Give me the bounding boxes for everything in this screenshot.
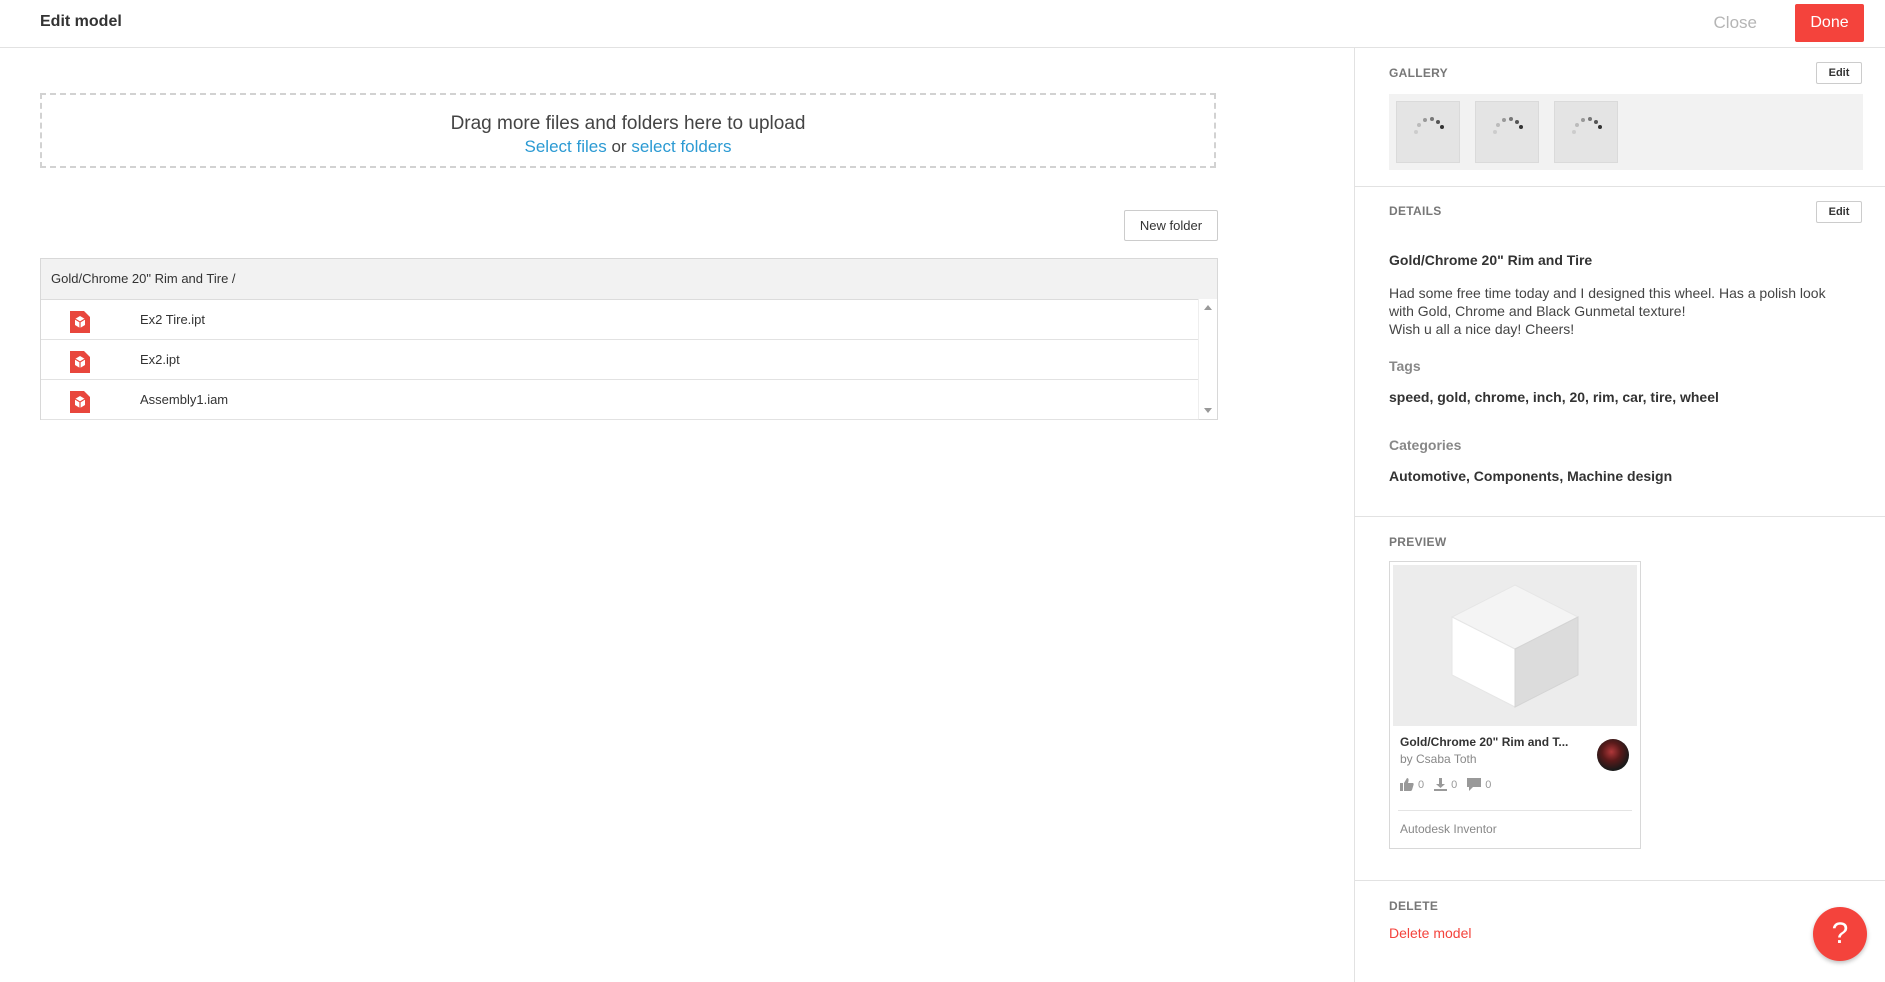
select-files-link[interactable]: Select files (525, 137, 607, 156)
delete-label: DELETE (1389, 899, 1439, 913)
card-author: by Csaba Toth (1400, 752, 1477, 766)
preview-card[interactable]: Gold/Chrome 20" Rim and T... by Csaba To… (1389, 561, 1641, 849)
description-line: Wish u all a nice day! Cheers! (1389, 321, 1575, 337)
categories-list: Automotive, Components, Machine design (1389, 468, 1673, 484)
model-preview-image (1393, 565, 1637, 726)
select-folders-link[interactable]: select folders (631, 137, 731, 156)
right-sidebar: GALLERY Edit DETAILS Edit Gold/Chrome 20… (1354, 48, 1885, 982)
card-stats: 0 0 0 (1400, 778, 1491, 791)
gallery-edit-button[interactable]: Edit (1816, 62, 1862, 84)
delete-model-link[interactable]: Delete model (1389, 925, 1472, 941)
preview-label: PREVIEW (1389, 535, 1447, 549)
file-row[interactable]: Assembly1.iam (41, 380, 1199, 420)
gallery-thumbnail[interactable] (1475, 101, 1539, 163)
loading-spinner-icon (1572, 117, 1602, 134)
close-button[interactable]: Close (1714, 13, 1757, 33)
model-description: Had some free time today and I designed … (1389, 284, 1869, 338)
comments-stat: 0 (1467, 778, 1491, 791)
tags-label: Tags (1389, 358, 1421, 374)
inventor-file-icon (70, 351, 90, 373)
section-divider (1355, 186, 1885, 187)
upload-or-text: or (611, 137, 627, 156)
done-button[interactable]: Done (1795, 4, 1864, 42)
model-title: Gold/Chrome 20" Rim and Tire (1389, 252, 1593, 268)
breadcrumb[interactable]: Gold/Chrome 20" Rim and Tire / (41, 259, 1217, 300)
gallery-thumbnails (1389, 94, 1863, 170)
upload-links: Select files or select folders (42, 137, 1214, 157)
file-list-scrollbar[interactable] (1198, 299, 1217, 419)
details-edit-button[interactable]: Edit (1816, 201, 1862, 223)
file-name: Assembly1.iam (140, 392, 229, 407)
question-mark-icon: ? (1831, 917, 1849, 950)
card-divider (1398, 810, 1632, 811)
downloads-count: 0 (1451, 778, 1458, 791)
description-line: Had some free time today and I designed … (1389, 285, 1826, 301)
page-title: Edit model (40, 13, 122, 30)
avatar (1597, 739, 1629, 771)
file-row[interactable]: Ex2.ipt (41, 340, 1199, 380)
inventor-file-icon (70, 311, 90, 333)
loading-spinner-icon (1414, 117, 1444, 134)
help-button[interactable]: ? (1813, 907, 1867, 961)
section-divider (1355, 880, 1885, 881)
scroll-down-arrow-icon[interactable] (1204, 408, 1212, 413)
loading-spinner-icon (1493, 117, 1523, 134)
description-line: with Gold, Chrome and Black Gunmetal tex… (1389, 303, 1686, 319)
file-name: Ex2.ipt (140, 352, 180, 367)
card-title: Gold/Chrome 20" Rim and T... (1400, 735, 1569, 749)
download-icon (1434, 778, 1448, 791)
comment-icon (1467, 778, 1482, 791)
file-name: Ex2 Tire.ipt (140, 312, 206, 327)
categories-label: Categories (1389, 437, 1462, 453)
gallery-thumbnail[interactable] (1396, 101, 1460, 163)
tags-list: speed, gold, chrome, inch, 20, rim, car,… (1389, 389, 1719, 405)
upload-prompt: Drag more files and folders here to uplo… (450, 113, 806, 134)
section-divider (1355, 516, 1885, 517)
details-label: DETAILS (1389, 204, 1442, 218)
card-app-name: Autodesk Inventor (1400, 822, 1497, 836)
upload-dropzone[interactable]: Drag more files and folders here to uplo… (40, 93, 1216, 168)
likes-stat: 0 (1400, 778, 1424, 791)
file-row[interactable]: Ex2 Tire.ipt (41, 300, 1199, 340)
downloads-stat: 0 (1434, 778, 1457, 791)
scroll-up-arrow-icon[interactable] (1204, 305, 1212, 310)
thumbs-up-icon (1400, 778, 1414, 791)
file-table: Gold/Chrome 20" Rim and Tire / Ex2 Tire.… (40, 258, 1218, 420)
header-bar: Edit model Close Done (0, 0, 1885, 48)
gallery-thumbnail[interactable] (1554, 101, 1618, 163)
cube-placeholder-icon (1450, 584, 1580, 708)
new-folder-button[interactable]: New folder (1124, 210, 1218, 241)
inventor-file-icon (70, 391, 90, 413)
gallery-label: GALLERY (1389, 66, 1448, 80)
comments-count: 0 (1485, 778, 1492, 791)
likes-count: 0 (1418, 778, 1425, 791)
